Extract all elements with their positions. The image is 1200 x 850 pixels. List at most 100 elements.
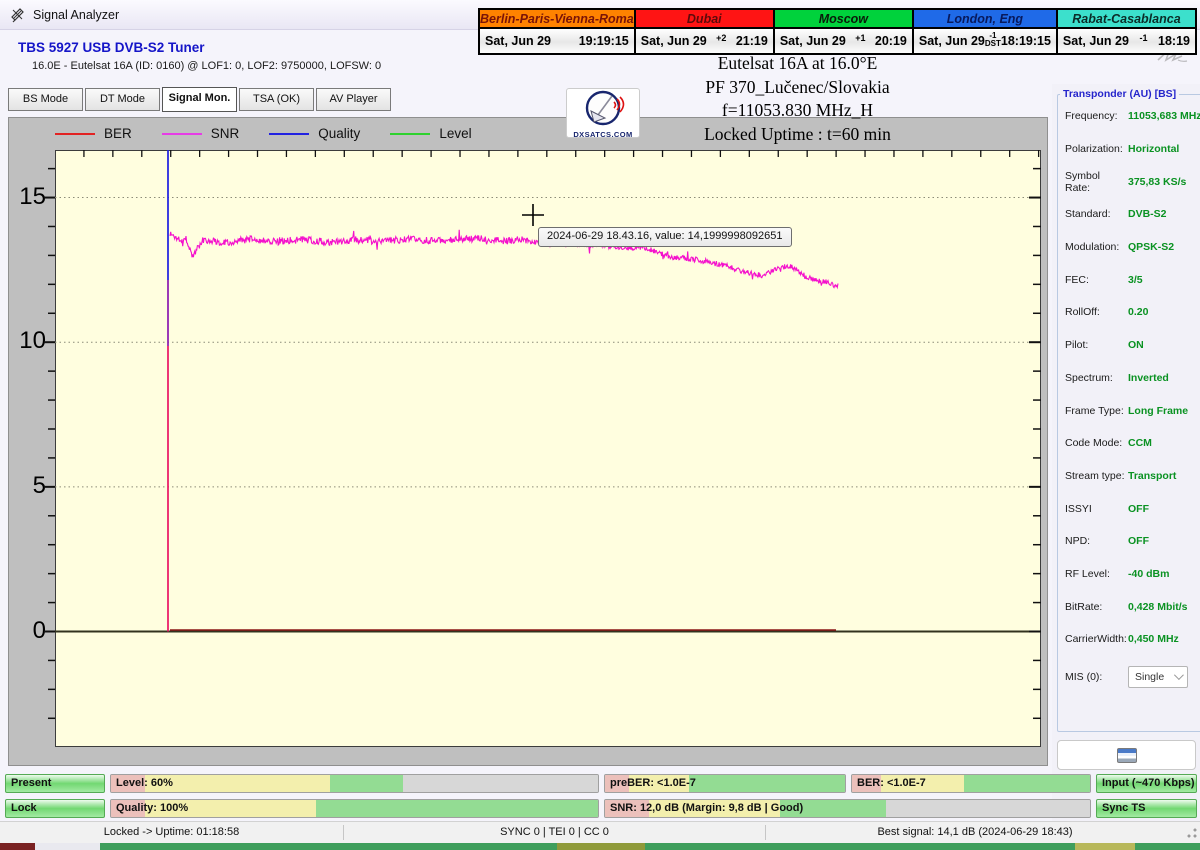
transponder-field-label: RollOff:: [1065, 306, 1100, 319]
clock-date: Sat, Jun 29: [640, 34, 707, 48]
strip-segment: [1135, 843, 1200, 850]
clock-city: Dubai: [635, 10, 773, 29]
list-icon: [1116, 747, 1137, 763]
clock-city: Moscow: [774, 10, 912, 29]
legend-item-snr: SNR: [161, 126, 239, 141]
transponder-row: CarrierWidth: 0,450 MHz: [1058, 623, 1200, 656]
tuner-details: 16.0E - Eutelsat 16A (ID: 0160) @ LOF1: …: [32, 60, 382, 72]
transponder-field-label: Code Mode:: [1065, 437, 1123, 450]
transponder-field-label: Standard:: [1065, 208, 1111, 221]
clock-value: 21:19: [735, 34, 768, 48]
tuner-name: TBS 5927 USB DVB-S2 Tuner: [18, 40, 205, 55]
transponder-field-label: Frequency:: [1065, 110, 1118, 123]
transponder-field-value: 3/5: [1128, 273, 1143, 286]
status-box-lock: Lock: [5, 799, 105, 818]
overlay-uptime: Locked Uptime : t=60 min: [704, 123, 891, 144]
satellite-info-overlay: Eutelsat 16A at 16.0°E PF 370_Lučenec/Sl…: [645, 52, 950, 146]
tab-av-player[interactable]: AV Player: [316, 88, 391, 111]
legend-line-icon: [390, 132, 431, 135]
transponder-field-value: DVB-S2: [1128, 208, 1167, 221]
transponder-list-button[interactable]: [1057, 740, 1196, 770]
legend-label: Level: [439, 126, 472, 141]
transponder-row: NPD: OFF: [1058, 525, 1200, 558]
transponder-row: ISSYI OFF: [1058, 492, 1200, 525]
transponder-row: Modulation: QPSK-S2: [1058, 231, 1200, 264]
transponder-field-label: ISSYI: [1065, 502, 1092, 515]
clock-value: 18:19:15: [1000, 34, 1051, 48]
status-box-present: Present: [5, 774, 105, 793]
tab-dt-mode[interactable]: DT Mode: [85, 88, 160, 111]
clock-value: 19:19:15: [578, 34, 629, 48]
clock-time: Sat, Jun 29 -1 18:19: [1057, 29, 1195, 53]
overlay-satellite: Eutelsat 16A at 16.0°E: [717, 53, 878, 73]
transponder-field-value: -40 dBm: [1128, 567, 1170, 580]
clock-utc-offset: -1 DST: [984, 31, 1001, 48]
clock-value: 18:19: [1158, 34, 1190, 48]
transponder-field-label: RF Level:: [1065, 567, 1110, 580]
progress-zone: [886, 800, 1090, 817]
progress-bar: BER: <1.0E-7: [851, 774, 1091, 793]
mis-select[interactable]: Single: [1128, 665, 1188, 688]
background-window-strip: [0, 843, 1200, 850]
clock-city: London, Eng: [913, 10, 1056, 29]
clock-column: Moscow Sat, Jun 29 +1 20:19: [774, 10, 914, 53]
resize-grip[interactable]: [1185, 827, 1198, 840]
clock-date: Sat, Jun 29: [918, 34, 985, 48]
transponder-field-label: Stream type:: [1065, 469, 1125, 482]
satellite-antenna-logo-icon: [585, 90, 625, 126]
progress-bar: Level: 60%: [110, 774, 599, 793]
transponder-field-value: Transport: [1128, 469, 1177, 482]
clock-utc-offset: +2: [716, 32, 727, 43]
status-box-input-470-kbps-: Input (~470 Kbps): [1096, 774, 1197, 793]
transponder-field-label: BitRate:: [1065, 600, 1103, 613]
transponder-field-label: Polarization:: [1065, 143, 1123, 156]
y-axis-tick-label: 15: [19, 182, 46, 210]
progress-zone: [403, 775, 598, 792]
tab-signal-mon-[interactable]: Signal Mon.: [162, 87, 237, 112]
transponder-field-value: 375,83 KS/s: [1128, 175, 1187, 188]
transponder-field-value: OFF: [1128, 502, 1149, 515]
statusbar: Locked -> Uptime: 01:18:58 SYNC 0 | TEI …: [0, 821, 1200, 843]
clock-column: Berlin-Paris-Vienna-Roma Sat, Jun 29 19:19…: [480, 10, 636, 53]
transponder-row: RollOff: 0.20: [1058, 296, 1200, 329]
transponder-row: Pilot: ON: [1058, 329, 1200, 362]
transponder-groupbox: Transponder (AU) [BS] Frequency: 11053,68…: [1057, 88, 1200, 732]
clock-date: Sat, Jun 29: [1062, 34, 1129, 48]
legend-label: BER: [104, 126, 132, 141]
progress-label: preBER: <1.0E-7: [610, 777, 696, 789]
clock-date: Sat, Jun 29: [485, 34, 551, 48]
statusbar-sync: SYNC 0 | TEI 0 | CC 0: [500, 826, 609, 838]
clock-time: Sat, Jun 29 -1 DST 18:19:15: [913, 29, 1056, 53]
tab-bs-mode[interactable]: BS Mode: [8, 88, 83, 111]
clock-column: Rabat-Casablanca Sat, Jun 29 -1 18:19: [1057, 10, 1195, 53]
overlay-frequency: f=11053.830 MHz_H: [721, 100, 874, 120]
transponder-panel: Transponder (AU) [BS] Frequency: 11053,68…: [1052, 84, 1200, 850]
chevron-down-icon: [1173, 670, 1184, 681]
logo-text: DXSATCS.COM: [573, 130, 633, 139]
transponder-field-label: Pilot:: [1065, 339, 1089, 352]
transponder-field-value: 0,428 Mbit/s: [1128, 600, 1188, 613]
transponder-row: Frame Type: Long Frame: [1058, 394, 1200, 427]
clock-date: Sat, Jun 29: [779, 34, 846, 48]
transponder-field-label: Symbol Rate:: [1065, 169, 1101, 194]
strip-segment: [1075, 843, 1135, 850]
statusbar-best-signal: Best signal: 14,1 dB (2024-06-29 18:43): [877, 826, 1073, 838]
tab-tsa-ok-[interactable]: TSA (OK): [239, 88, 314, 111]
transponder-field-value: ON: [1128, 339, 1144, 352]
clock-value: 20:19: [874, 34, 907, 48]
transponder-row: Standard: DVB-S2: [1058, 198, 1200, 231]
transponder-row: FEC: 3/5: [1058, 263, 1200, 296]
legend-item-quality: Quality: [269, 126, 360, 141]
transponder-field-label: Frame Type:: [1065, 404, 1124, 417]
progress-label: Level: 60%: [116, 777, 173, 789]
chart-tooltip: 2024-06-29 18.43.16, value: 14,199999809…: [538, 227, 792, 247]
transponder-field-value: Horizontal: [1128, 143, 1180, 156]
status-box-sync-ts: Sync TS: [1096, 799, 1197, 818]
y-axis-tick-label: 5: [32, 471, 46, 499]
transponder-field-label: Spectrum:: [1065, 371, 1113, 384]
progress-label: BER: <1.0E-7: [857, 777, 926, 789]
y-axis-tick-label: 0: [32, 616, 46, 644]
legend-line-icon: [55, 132, 95, 135]
progress-bar: preBER: <1.0E-7: [604, 774, 846, 793]
transponder-row: Symbol Rate: 375,83 KS/s: [1058, 165, 1200, 198]
